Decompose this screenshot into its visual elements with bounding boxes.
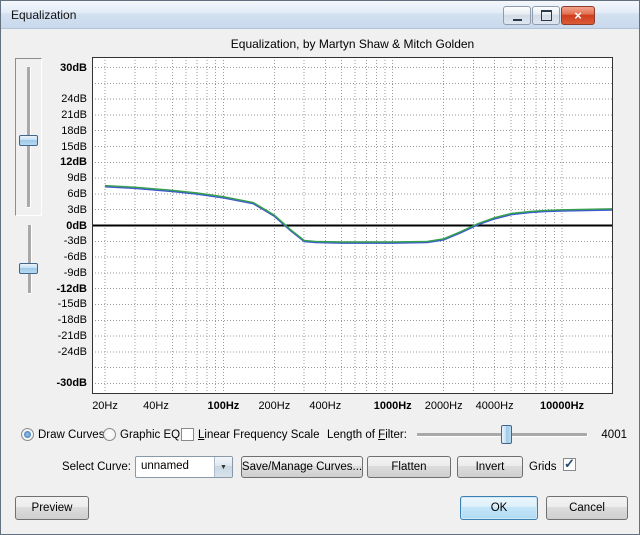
filter-length-value: 4001 bbox=[601, 429, 627, 441]
y-axis-label: -6dB bbox=[63, 251, 87, 264]
y-axis-label: 18dB bbox=[61, 124, 87, 137]
y-axis-label: 30dB bbox=[60, 61, 87, 74]
x-axis-label: 40Hz bbox=[143, 400, 169, 412]
y-axis-labels: 30dB 24dB 21dB 18dB 15dB 12dB 9dB 6dB 3dB 0dB -3dB… bbox=[37, 57, 89, 394]
minimize-icon bbox=[512, 16, 522, 21]
x-axis-labels: 20Hz 40Hz 100Hz 200Hz 400Hz 1000Hz 2000Hz 4000H… bbox=[92, 400, 613, 414]
length-of-filter-label: Length of Filter: bbox=[327, 429, 407, 441]
y-axis-label: 9dB bbox=[67, 172, 87, 185]
linear-frequency-scale-label: Linear Frequency Scale bbox=[198, 429, 320, 441]
grids-checkbox[interactable]: ✓ bbox=[563, 456, 576, 471]
y-axis-label: -9dB bbox=[63, 266, 87, 279]
x-axis-label: 10000Hz bbox=[539, 400, 585, 412]
y-axis-label: -21dB bbox=[57, 330, 87, 343]
y-axis-label: -24dB bbox=[57, 345, 87, 358]
draw-curves-radio[interactable] bbox=[21, 428, 34, 441]
cancel-button[interactable]: Cancel bbox=[546, 496, 628, 520]
db-min-slider-track[interactable] bbox=[28, 225, 32, 294]
minimize-button[interactable] bbox=[503, 6, 531, 25]
x-axis-label: 4000Hz bbox=[475, 400, 514, 412]
close-button[interactable]: × bbox=[561, 6, 595, 25]
maximize-icon bbox=[540, 10, 552, 21]
y-axis-label: 3dB bbox=[67, 203, 87, 216]
equalization-dialog: Equalization × Equalization, by Martyn S… bbox=[0, 0, 640, 535]
curve-select-dropdown[interactable]: unnamed ▼ bbox=[135, 456, 233, 478]
check-icon: ✓ bbox=[564, 456, 575, 471]
grids-label: Grids bbox=[529, 461, 557, 473]
curve-select-value: unnamed bbox=[141, 460, 189, 472]
y-axis-label: -3dB bbox=[63, 235, 87, 248]
y-axis-label: -18dB bbox=[57, 314, 87, 327]
save-manage-curves-button[interactable]: Save/Manage Curves... bbox=[241, 456, 363, 478]
flatten-button[interactable]: Flatten bbox=[367, 456, 451, 478]
select-curve-label: Select Curve: bbox=[61, 461, 131, 473]
y-axis-label: 15dB bbox=[61, 140, 87, 153]
dialog-body: Equalization, by Martyn Shaw & Mitch Gol… bbox=[1, 29, 639, 534]
draw-curves-label: Draw Curves bbox=[38, 429, 105, 441]
maximize-button[interactable] bbox=[532, 6, 560, 25]
y-axis-label: 0dB bbox=[66, 219, 87, 232]
ok-button[interactable]: OK bbox=[460, 496, 538, 520]
y-axis-label: -15dB bbox=[57, 298, 87, 311]
graphic-eq-radio[interactable] bbox=[103, 428, 116, 441]
y-axis-label: -12dB bbox=[56, 282, 87, 295]
filter-length-slider-thumb[interactable] bbox=[501, 425, 512, 444]
titlebar[interactable]: Equalization × bbox=[1, 1, 639, 29]
y-axis-label: 24dB bbox=[61, 93, 87, 106]
eq-plot[interactable] bbox=[92, 57, 613, 394]
x-axis-label: 400Hz bbox=[309, 400, 342, 412]
y-axis-label: 12dB bbox=[60, 156, 87, 169]
filter-length-slider[interactable] bbox=[417, 425, 588, 444]
graphic-eq-label: Graphic EQ bbox=[120, 429, 181, 441]
linear-frequency-scale-checkbox[interactable] bbox=[181, 428, 194, 441]
y-axis-label: 21dB bbox=[61, 108, 87, 121]
chevron-down-icon: ▼ bbox=[220, 463, 227, 471]
close-icon: × bbox=[574, 8, 582, 23]
invert-button[interactable]: Invert bbox=[457, 456, 523, 478]
y-axis-label: 6dB bbox=[67, 187, 87, 200]
window-title: Equalization bbox=[11, 8, 77, 22]
chart-title: Equalization, by Martyn Shaw & Mitch Gol… bbox=[230, 37, 475, 51]
dropdown-arrow-box[interactable]: ▼ bbox=[214, 457, 232, 477]
preview-button[interactable]: Preview bbox=[15, 496, 89, 520]
y-axis-label: -30dB bbox=[56, 377, 87, 390]
